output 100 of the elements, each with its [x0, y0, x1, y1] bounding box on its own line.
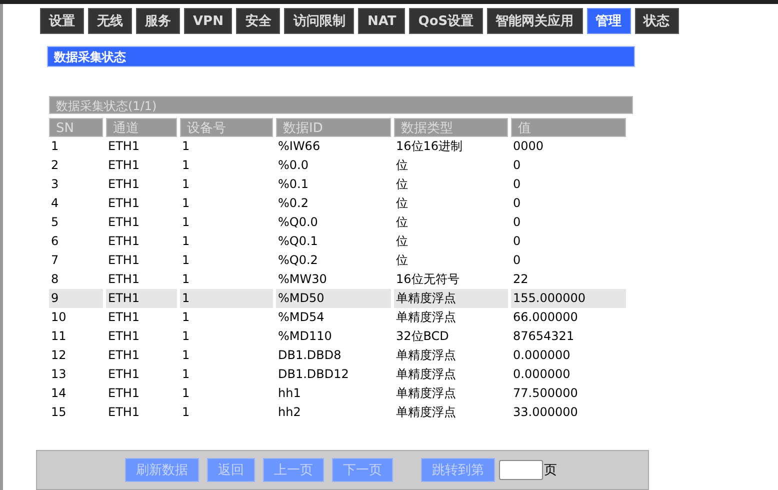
nav-tab[interactable]: VPN [184, 8, 232, 34]
table-cell-text: ETH1 [107, 271, 141, 288]
table-cell-text: 1 [181, 138, 191, 155]
table-cell-text: ETH1 [107, 233, 141, 250]
column-header: 值 [511, 118, 626, 137]
table-cell: ETH1 [106, 289, 177, 308]
table-cell-text: DB1.DBD12 [277, 366, 350, 383]
table-cell-text: %MW30 [277, 271, 328, 288]
table-cell-text: 位 [395, 157, 409, 174]
nav-tab[interactable]: 智能网关应用 [486, 8, 583, 34]
table-cell-text: ETH1 [107, 157, 141, 174]
table-cell-text: 位 [395, 176, 409, 193]
table-cell-text: hh2 [277, 404, 302, 421]
table-cell: 1 [180, 289, 273, 308]
table-cell-text: 1 [181, 366, 191, 383]
table-cell-text: %0.0 [277, 157, 310, 174]
table-cell: 单精度浮点 [394, 289, 508, 308]
table-cell-text: %IW66 [277, 138, 322, 155]
table-cell-text: %0.1 [277, 176, 310, 193]
table-cell-text: 0000 [512, 138, 545, 155]
table-cell-text: 1 [181, 157, 191, 174]
table-cell-text: 1 [181, 347, 191, 364]
table-cell-text: 单精度浮点 [395, 404, 457, 421]
table-cell-text: %MD54 [277, 309, 326, 326]
table-cell-text: 10 [50, 309, 68, 326]
table-cell-text: 1 [181, 214, 191, 231]
table-cell-text: 0 [512, 176, 522, 193]
table-cell-text: 1 [181, 252, 191, 269]
table-cell-text: 16位16进制 [395, 138, 464, 155]
nav-tab[interactable]: 访问限制 [284, 8, 354, 34]
table-cell-text: 22 [512, 271, 530, 288]
table-cell-text: %Q0.0 [277, 214, 319, 231]
table-cell-text: 5 [50, 214, 60, 231]
table-cell-text: 15 [50, 404, 68, 421]
table-cell-text: 0 [512, 233, 522, 250]
table-cell-text: 0 [512, 214, 522, 231]
table-cell-text: ETH1 [107, 195, 141, 212]
nav-tab[interactable]: 管理 [586, 8, 631, 34]
table-cell-text: 7 [50, 252, 60, 269]
column-header: 通道 [106, 118, 177, 137]
nav-tab[interactable]: 安全 [236, 8, 280, 34]
table-cell-text: DB1.DBD8 [277, 347, 342, 364]
page-input[interactable] [499, 460, 543, 480]
table-cell-text: 16位无符号 [395, 271, 460, 288]
table-cell: 9 [49, 289, 103, 308]
nav-tab[interactable]: 状态 [634, 8, 679, 34]
table-cell-text: %0.2 [277, 195, 310, 212]
table-cell-text: %Q0.1 [277, 233, 319, 250]
table-cell-text: 66.000000 [512, 309, 579, 326]
table-cell-text: 1 [181, 195, 191, 212]
table-cell-text: 单精度浮点 [395, 366, 457, 383]
page-label: 页 [544, 462, 557, 479]
table-cell-text: 0.000000 [512, 347, 572, 364]
nav-tab[interactable]: 服务 [136, 8, 180, 34]
column-header: 设备号 [180, 118, 273, 137]
table-cell-text: 12 [50, 347, 68, 364]
table-cell-text: 13 [50, 366, 68, 383]
table-cell-text: ETH1 [107, 404, 141, 421]
table-cell-text: 2 [50, 157, 60, 174]
table-cell-text: 位 [395, 233, 409, 250]
table-cell-text: 8 [50, 271, 60, 288]
panel-title: 数据采集状态 [47, 46, 635, 67]
table-cell-text: 32位BCD [395, 328, 450, 345]
table-cell-text: 单精度浮点 [395, 347, 457, 364]
table-cell-text: 1 [50, 138, 60, 155]
nav-tab[interactable]: NAT [358, 8, 406, 34]
table-cell-text: 1 [181, 176, 191, 193]
table-cell-text: 位 [395, 252, 409, 269]
table-cell-text: 3 [50, 176, 60, 193]
table-cell-text: ETH1 [107, 138, 141, 155]
table-cell-text: 0 [512, 252, 522, 269]
table-cell-text: ETH1 [107, 252, 141, 269]
nav-tab[interactable]: 设置 [40, 8, 84, 34]
table-cell-text: 1 [181, 404, 191, 421]
table-cell: %MD50 [276, 289, 391, 308]
table-cell-text: ETH1 [107, 214, 141, 231]
nav-tab[interactable]: 无线 [88, 8, 132, 34]
table-cell-text: %MD110 [277, 328, 333, 345]
column-header: 数据ID [276, 118, 391, 137]
column-header: 数据类型 [394, 118, 508, 137]
table-caption: 数据采集状态(1/1) [49, 96, 633, 114]
table-cell-text: ETH1 [107, 328, 141, 345]
table-cell-text: ETH1 [107, 385, 141, 402]
table-cell-text: 77.500000 [512, 385, 579, 402]
table-cell-text: 1 [181, 309, 191, 326]
table-cell-text: ETH1 [107, 176, 141, 193]
table-cell-text: 11 [50, 328, 68, 345]
table-cell-text: 0 [512, 195, 522, 212]
table-cell-text: ETH1 [107, 347, 141, 364]
table-cell-text: 1 [181, 271, 191, 288]
table-cell-text: 1 [181, 328, 191, 345]
nav-tab[interactable]: QoS设置 [409, 8, 483, 34]
table-cell-text: 1 [181, 233, 191, 250]
table-cell-text: 0 [512, 157, 522, 174]
table-cell-text: 单精度浮点 [395, 309, 457, 326]
table-cell-text: ETH1 [107, 366, 141, 383]
table-cell-text: ETH1 [107, 309, 141, 326]
table-cell-text: hh1 [277, 385, 302, 402]
table-cell-text: 87654321 [512, 328, 576, 345]
table-cell-text: 33.000000 [512, 404, 579, 421]
